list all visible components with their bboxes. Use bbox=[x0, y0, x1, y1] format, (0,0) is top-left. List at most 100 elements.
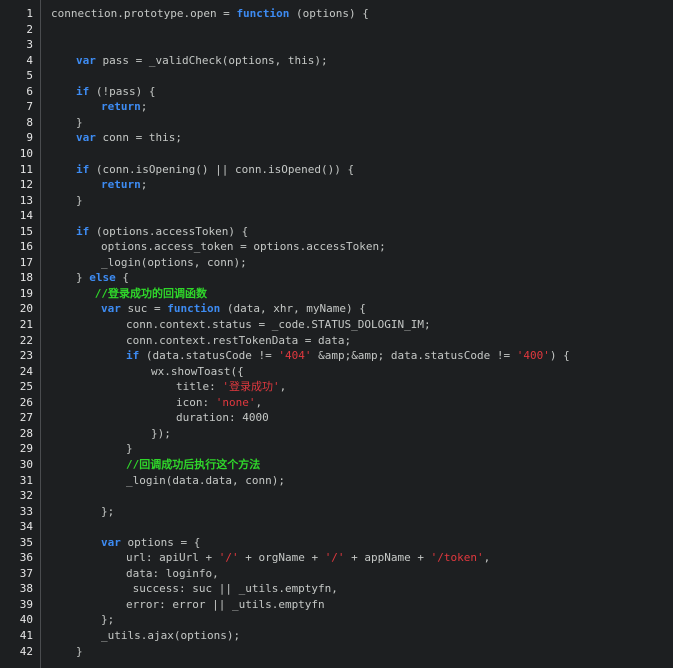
line-number: 30 bbox=[19, 457, 33, 471]
line-number: 41 bbox=[19, 629, 33, 642]
code-line: 10 bbox=[0, 146, 673, 162]
code-content: data: loginfo, bbox=[126, 566, 219, 582]
code-text: } bbox=[76, 193, 83, 207]
code-content: conn.context.status = _code.STATUS_DOLOG… bbox=[126, 317, 431, 333]
code-text: (conn.isOpening() || conn.isOpened()) { bbox=[89, 162, 355, 176]
code-content: conn.context.restTokenData = data; bbox=[126, 333, 351, 349]
code-content: if (conn.isOpening() || conn.isOpened())… bbox=[76, 162, 354, 178]
code-line: 30 //回调成功后执行这个方法 bbox=[0, 457, 673, 473]
code-line: 4 var pass = _validCheck(options, this); bbox=[0, 53, 673, 69]
code-text: suc = bbox=[120, 302, 168, 316]
code-text: duration: 4000 bbox=[176, 411, 269, 425]
line-number: 2 bbox=[26, 22, 33, 36]
code-line: 17 _login(options, conn); bbox=[0, 255, 673, 271]
line-number: 12 bbox=[19, 178, 33, 192]
code-line: 24 wx.showToast({ bbox=[0, 364, 673, 380]
code-editor[interactable]: 1 connection.prototype.open = function (o… bbox=[0, 0, 673, 668]
code-text: + appName + bbox=[344, 551, 431, 565]
code-area[interactable]: 1 connection.prototype.open = function (o… bbox=[0, 0, 673, 668]
line-number: 4 bbox=[26, 53, 33, 67]
keyword-token: return bbox=[101, 178, 141, 192]
line-number: 5 bbox=[26, 69, 33, 83]
code-content: } bbox=[76, 644, 83, 660]
code-content: connection.prototype.open = function (op… bbox=[51, 6, 369, 22]
code-text: conn = this; bbox=[95, 131, 182, 145]
string-token: '登录成功' bbox=[222, 380, 280, 394]
code-text: }; bbox=[101, 504, 115, 518]
code-text: ; bbox=[140, 100, 148, 114]
line-number: 8 bbox=[26, 115, 33, 129]
code-line: 1 connection.prototype.open = function (o… bbox=[0, 6, 673, 22]
code-content: return; bbox=[101, 177, 147, 193]
code-text: options = { bbox=[120, 535, 201, 549]
line-number: 6 bbox=[26, 84, 33, 98]
code-text: _utils.ajax(options); bbox=[101, 629, 241, 642]
code-text: }; bbox=[101, 613, 115, 627]
code-text: _login(data.data, conn); bbox=[126, 473, 285, 487]
code-content: duration: 4000 bbox=[176, 410, 269, 426]
keyword-token: var bbox=[76, 53, 96, 67]
line-number: 27 bbox=[19, 411, 33, 425]
line-number: 3 bbox=[26, 38, 33, 52]
line-number: 14 bbox=[19, 209, 33, 223]
string-token: '/token' bbox=[430, 551, 484, 565]
line-number: 42 bbox=[19, 644, 33, 658]
keyword-token: if bbox=[76, 224, 90, 238]
line-number: 17 bbox=[19, 255, 33, 269]
code-content: var suc = function (data, xhr, myName) { bbox=[101, 301, 366, 317]
code-text: title: bbox=[176, 380, 223, 394]
keyword-token: if bbox=[76, 162, 90, 176]
line-number: 35 bbox=[19, 535, 33, 549]
code-content: var options = { bbox=[101, 535, 200, 551]
code-line: 12 return; bbox=[0, 177, 673, 193]
code-content: }); bbox=[151, 426, 171, 442]
code-text: } bbox=[126, 442, 133, 456]
code-text: , bbox=[255, 395, 263, 409]
code-text: error: error || _utils.emptyfn bbox=[126, 597, 325, 611]
code-text: (!pass) { bbox=[89, 84, 156, 98]
code-line: 5 bbox=[0, 68, 673, 84]
code-content: icon: 'none', bbox=[176, 395, 262, 411]
code-content: //登录成功的回调函数 bbox=[95, 286, 207, 302]
line-number: 13 bbox=[19, 193, 33, 207]
line-number: 28 bbox=[19, 426, 33, 440]
line-number: 20 bbox=[19, 302, 33, 316]
line-number: 37 bbox=[19, 566, 33, 580]
keyword-token: var bbox=[76, 131, 96, 145]
code-text: options.access_token = options.accessTok… bbox=[101, 240, 386, 254]
code-line: 7 return; bbox=[0, 99, 673, 115]
keyword-token: function bbox=[236, 7, 290, 20]
code-line: 3 bbox=[0, 37, 673, 53]
code-content: wx.showToast({ bbox=[151, 364, 244, 380]
code-line: 29} bbox=[0, 441, 673, 457]
code-text: , bbox=[483, 551, 491, 565]
code-line: 42} bbox=[0, 644, 673, 660]
code-line: 15 if (options.accessToken) { bbox=[0, 224, 673, 240]
line-number: 29 bbox=[19, 442, 33, 456]
code-text: url: apiUrl + bbox=[126, 551, 219, 565]
code-line: 41 _utils.ajax(options); bbox=[0, 628, 673, 644]
code-content: if (options.accessToken) { bbox=[76, 224, 248, 240]
code-line: 9 var conn = this; bbox=[0, 130, 673, 146]
code-text: ) { bbox=[549, 349, 570, 363]
code-text: (data.statusCode != bbox=[139, 349, 279, 363]
code-text: } bbox=[76, 271, 90, 285]
code-content: url: apiUrl + '/' + orgName + '/' + appN… bbox=[126, 550, 490, 566]
code-content: } else { bbox=[76, 270, 129, 286]
line-number: 34 bbox=[19, 520, 33, 534]
code-text: , bbox=[279, 380, 287, 394]
code-content: title: '登录成功', bbox=[176, 379, 286, 395]
code-line: 8} bbox=[0, 115, 673, 131]
code-line: 34 bbox=[0, 519, 673, 535]
line-number: 38 bbox=[19, 582, 33, 596]
code-line: 31 _login(data.data, conn); bbox=[0, 473, 673, 489]
line-number: 23 bbox=[19, 349, 33, 363]
line-number: 25 bbox=[19, 380, 33, 394]
code-line: 35 var options = { bbox=[0, 535, 673, 551]
code-text: ; bbox=[140, 178, 148, 192]
code-text: wx.showToast({ bbox=[151, 364, 244, 378]
code-content: if (!pass) { bbox=[76, 84, 155, 100]
string-token: '/' bbox=[324, 551, 345, 565]
code-content: }; bbox=[101, 612, 114, 628]
code-line: 32 bbox=[0, 488, 673, 504]
